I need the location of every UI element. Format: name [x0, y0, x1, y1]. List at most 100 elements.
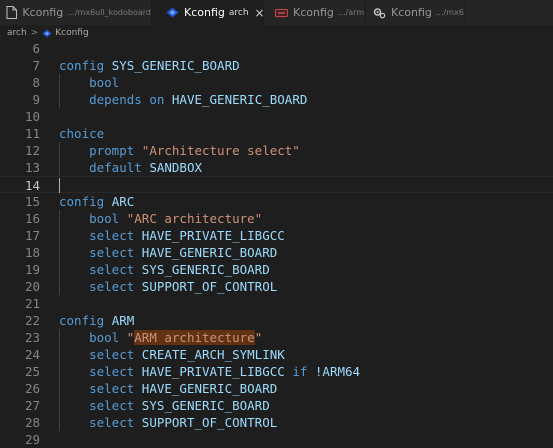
breadcrumb-separator: >: [30, 28, 39, 38]
code-token: SYS_GENERIC_BOARD: [141, 398, 270, 413]
code-line[interactable]: 24 select CREATE_ARCH_SYMLINK: [0, 346, 553, 363]
tab-kconfig-mx6[interactable]: Kconfig .../mx6: [366, 0, 466, 25]
line-code: select SYS_GENERIC_BOARD: [59, 397, 270, 414]
code-line[interactable]: 6: [0, 40, 553, 57]
code-token: depends on: [89, 92, 172, 107]
line-code: select SUPPORT_OF_CONTROL: [59, 278, 277, 295]
code-line[interactable]: 12 prompt "Architecture select": [0, 142, 553, 159]
line-code: depends on HAVE_GENERIC_BOARD: [59, 91, 307, 108]
code-line[interactable]: 21: [0, 295, 553, 312]
close-icon[interactable]: ×: [255, 6, 263, 20]
line-number: 21: [24, 296, 40, 311]
tab-path: .../mx6ull_kodoboard: [67, 8, 151, 17]
line-code: select HAVE_PRIVATE_LIBGCC: [59, 227, 285, 244]
code-line[interactable]: 17 select HAVE_PRIVATE_LIBGCC: [0, 227, 553, 244]
code-editor[interactable]: 6 7 config SYS_GENERIC_BOARD 8 bool 9 depend…: [0, 40, 553, 447]
code-line[interactable]: 26 select HAVE_GENERIC_BOARD: [0, 380, 553, 397]
line-number: 6: [32, 41, 40, 56]
line-number: 10: [24, 109, 40, 124]
code-token: SANDBOX: [149, 160, 203, 175]
code-line[interactable]: 22 config ARM: [0, 312, 553, 329]
code-token: select: [89, 381, 142, 396]
line-number: 12: [24, 143, 40, 158]
code-token: HAVE_GENERIC_BOARD: [171, 92, 308, 107]
code-token: config: [59, 313, 112, 328]
code-line[interactable]: 9 depends on HAVE_GENERIC_BOARD: [0, 91, 553, 108]
code-token: HAVE_GENERIC_BOARD: [141, 381, 278, 396]
code-token: bool: [89, 75, 120, 90]
code-line[interactable]: 19 select SYS_GENERIC_BOARD: [0, 261, 553, 278]
code-token: select: [89, 228, 142, 243]
code-token: HAVE_GENERIC_BOARD: [141, 245, 278, 260]
breadcrumb: arch > Kconfig: [0, 25, 553, 41]
code-token: "ARC architecture": [126, 211, 263, 226]
line-code: default SANDBOX: [59, 159, 202, 176]
code-line[interactable]: 18 select HAVE_GENERIC_BOARD: [0, 244, 553, 261]
code-line[interactable]: 28 select SUPPORT_OF_CONTROL: [0, 414, 553, 431]
line-number: 17: [24, 228, 40, 243]
line-number: 29: [24, 432, 40, 447]
kconfig-icon: [42, 29, 52, 38]
code-token: SYS_GENERIC_BOARD: [111, 58, 240, 73]
tab-path: .../mx6: [435, 8, 464, 17]
code-token: select: [89, 415, 142, 430]
tab-label: Kconfig: [184, 6, 225, 19]
line-number: 19: [24, 262, 40, 277]
kconfig-file-icon: [274, 6, 288, 20]
code-token: default: [89, 160, 150, 175]
code-line[interactable]: 14: [0, 176, 553, 193]
code-token: config: [59, 58, 112, 73]
tab-kconfig-mx6ull-kodoboard[interactable]: Kconfig .../mx6ull_kodoboard: [0, 0, 152, 25]
code-token: bool: [89, 330, 127, 345]
line-number: 27: [24, 398, 40, 413]
line-code: select SUPPORT_OF_CONTROL: [59, 414, 277, 431]
code-token: SUPPORT_OF_CONTROL: [141, 279, 278, 294]
line-number: 23: [24, 330, 40, 345]
line-number: 26: [24, 381, 40, 396]
code-token: ARC: [111, 194, 135, 209]
code-line[interactable]: 11 choice: [0, 125, 553, 142]
line-code: bool "ARC architecture": [59, 210, 262, 227]
line-code: select HAVE_PRIVATE_LIBGCC if !ARM64: [59, 363, 360, 380]
code-line[interactable]: 7 config SYS_GENERIC_BOARD: [0, 57, 553, 74]
indent-guide: [59, 74, 60, 108]
indent-guide: [59, 329, 60, 431]
line-code: prompt "Architecture select": [59, 142, 300, 159]
line-number: 18: [24, 245, 40, 260]
tab-kconfig-arch[interactable]: Kconfig arch ×: [152, 0, 264, 25]
code-token: !ARM64: [314, 364, 361, 379]
code-line[interactable]: 20 select SUPPORT_OF_CONTROL: [0, 278, 553, 295]
tab-kconfig-arm[interactable]: Kconfig .../arm: [264, 0, 366, 25]
code-line[interactable]: 25 select HAVE_PRIVATE_LIBGCC if !ARM64: [0, 363, 553, 380]
code-line[interactable]: 15 config ARC: [0, 193, 553, 210]
code-line[interactable]: 29: [0, 431, 553, 448]
code-line[interactable]: 10: [0, 108, 553, 125]
breadcrumb-folder[interactable]: arch: [7, 28, 27, 38]
code-line[interactable]: 23 bool "ARM architecture": [0, 329, 553, 346]
line-number: 7: [32, 58, 40, 73]
line-number: 25: [24, 364, 40, 379]
tab-path: arch: [228, 7, 249, 18]
code-token: select: [89, 398, 142, 413]
line-number: 22: [24, 313, 40, 328]
line-code: config ARC: [59, 193, 134, 210]
code-line[interactable]: 13 default SANDBOX: [0, 159, 553, 176]
line-number: 11: [24, 126, 40, 141]
code-line[interactable]: 16 bool "ARC architecture": [0, 210, 553, 227]
indent-guide: [59, 210, 60, 295]
code-line[interactable]: 8 bool: [0, 74, 553, 91]
code-token: bool: [89, 211, 127, 226]
tab-label: Kconfig: [391, 6, 432, 19]
code-line[interactable]: 27 select SYS_GENERIC_BOARD: [0, 397, 553, 414]
breadcrumb-file[interactable]: Kconfig: [55, 28, 88, 38]
code-token: CREATE_ARCH_SYMLINK: [141, 347, 285, 362]
